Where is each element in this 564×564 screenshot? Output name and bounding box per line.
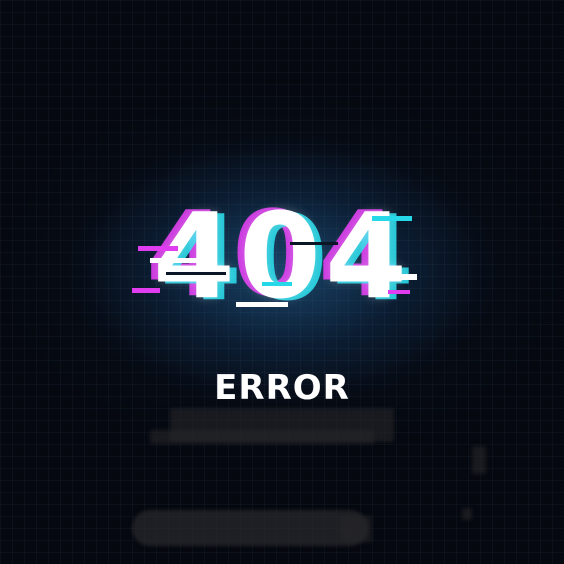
blurred-bar [150, 430, 374, 444]
glitch-slice [262, 282, 292, 286]
glitch-slice [388, 290, 410, 294]
glitch-slice [345, 274, 417, 280]
error-code-graphic: 404 404 404 [0, 185, 564, 327]
blurred-action-button[interactable] [132, 510, 368, 546]
glitch-slice [166, 272, 226, 275]
blurred-mark [462, 508, 472, 520]
glitch-slice [150, 258, 214, 263]
blurred-button-tail [340, 516, 372, 542]
glitch-slice [132, 288, 160, 293]
glitch-slice [290, 242, 338, 245]
glitch-slice [138, 246, 178, 251]
glitch-slice [236, 302, 288, 307]
error-page: 404 404 404 ERROR [0, 0, 564, 564]
error-title: ERROR [214, 368, 350, 408]
glitch-slice [372, 216, 412, 221]
blurred-mark [472, 446, 486, 474]
